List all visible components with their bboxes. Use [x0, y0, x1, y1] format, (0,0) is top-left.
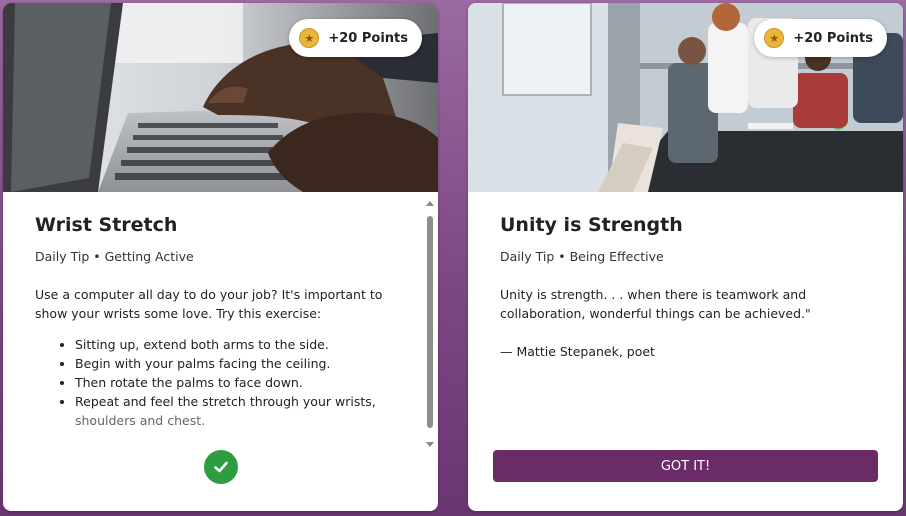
quote-text: Unity is strength. . . when there is tea… — [500, 287, 811, 321]
card-intro: Use a computer all day to do your job? I… — [35, 287, 383, 321]
completed-check-icon — [204, 450, 238, 484]
card-title: Wrist Stretch — [35, 214, 178, 236]
tip-card-wrist-stretch: ★ +20 Points Wrist Stretch Daily Tip • G… — [3, 3, 438, 511]
points-badge: ★ +20 Points — [754, 19, 887, 57]
scroll-down-arrow-icon[interactable] — [426, 442, 434, 447]
got-it-button[interactable]: GOT IT! — [493, 450, 878, 482]
scroll-up-arrow-icon[interactable] — [426, 201, 434, 206]
star-coin-icon: ★ — [764, 28, 785, 48]
step-item: Sitting up, extend both arms to the side… — [75, 335, 425, 354]
card-title: Unity is Strength — [500, 214, 683, 236]
points-label: +20 Points — [328, 30, 408, 46]
card-subtitle: Daily Tip • Being Effective — [500, 249, 664, 264]
step-item: Begin with your palms facing the ceiling… — [75, 354, 425, 373]
points-badge: ★ +20 Points — [289, 19, 422, 57]
scroll-thumb[interactable] — [427, 216, 433, 428]
card-subtitle: Daily Tip • Getting Active — [35, 249, 194, 264]
exercise-steps: Sitting up, extend both arms to the side… — [35, 335, 425, 430]
star-coin-icon: ★ — [299, 28, 320, 48]
content-scrollbar[interactable] — [425, 199, 435, 449]
quote-attribution: — Mattie Stepanek, poet — [500, 344, 655, 359]
tip-card-unity-is-strength: ★ +20 Points Unity is Strength Daily Tip… — [468, 3, 903, 511]
step-item: Repeat and feel the stretch through your… — [75, 392, 425, 411]
step-item: Then rotate the palms to face down. — [75, 373, 425, 392]
points-label: +20 Points — [793, 30, 873, 46]
step-item-continued: shoulders and chest. — [75, 413, 206, 428]
